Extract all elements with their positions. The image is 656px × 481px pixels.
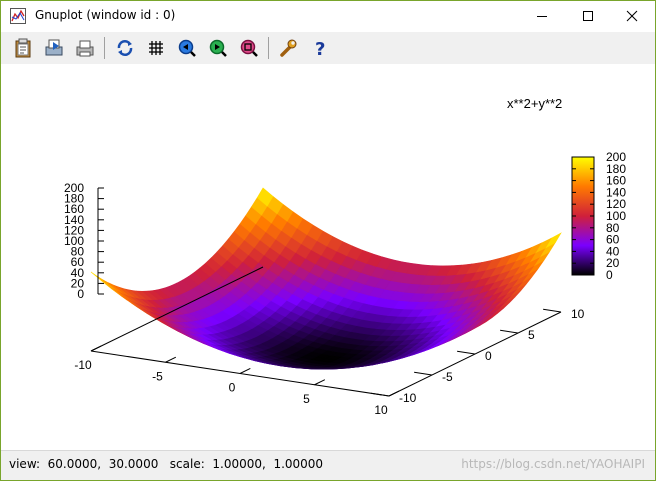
y-tick-label: 0	[485, 349, 492, 363]
surface-plot[interactable]: -10-50510-10-505100204060801001201401601…	[1, 65, 655, 449]
y-tick-label: 10	[571, 307, 585, 321]
minimize-icon	[537, 16, 547, 17]
unzoom-button[interactable]	[236, 35, 262, 61]
grid-button[interactable]	[143, 35, 169, 61]
plot-title: x**2+y**2	[507, 96, 562, 111]
axis-line	[90, 345, 102, 352]
close-button[interactable]	[609, 1, 655, 31]
copy-clipboard-icon	[15, 38, 31, 58]
copy-clipboard-button[interactable]	[10, 35, 36, 61]
title-bar[interactable]: Gnuplot (window id : 0)	[1, 1, 655, 31]
axis-line	[314, 379, 326, 386]
axis-line	[165, 356, 177, 363]
print-setup-button[interactable]	[41, 35, 67, 61]
status-bar: view: 60.0000, 30.0000 scale: 1.00000, 1…	[1, 450, 655, 480]
x-tick-label: 10	[374, 403, 388, 417]
axis-line	[239, 368, 251, 374]
axis-line	[543, 308, 562, 313]
zoom-previous-icon	[178, 39, 196, 57]
y-tick-label: 5	[528, 328, 535, 342]
watermark-text: https://blog.csdn.net/YAOHAIPI	[461, 457, 645, 471]
maximize-icon	[583, 11, 593, 21]
view-status-text: view: 60.0000, 30.0000 scale: 1.00000, 1…	[9, 457, 324, 471]
surface-mesh	[90, 187, 562, 370]
gnuplot-app-icon	[10, 8, 26, 24]
axis-line	[457, 350, 476, 355]
zoom-previous-button[interactable]	[174, 35, 200, 61]
maximize-button[interactable]	[565, 1, 611, 31]
x-tick-label: -5	[152, 369, 163, 383]
replot-button[interactable]	[112, 35, 138, 61]
x-tick-label: -10	[74, 358, 92, 372]
x-tick-label: 5	[303, 392, 310, 406]
close-icon	[626, 10, 638, 22]
print-icon	[76, 40, 94, 57]
y-tick-label: -5	[442, 370, 453, 384]
z-tick-label: 200	[64, 181, 84, 195]
print-button[interactable]	[72, 35, 98, 61]
x-tick-label: 0	[229, 381, 236, 395]
toolbar: ?	[1, 32, 655, 64]
unzoom-icon	[240, 39, 258, 57]
print-setup-icon	[45, 39, 63, 56]
window-title: Gnuplot (window id : 0)	[35, 8, 176, 22]
options-wrench-icon	[280, 39, 297, 57]
gnuplot-window: Gnuplot (window id : 0) ? -10 -5 0 5 10 …	[0, 0, 656, 481]
axis-line	[388, 390, 400, 397]
zoom-next-icon	[209, 39, 227, 57]
minimize-button[interactable]	[519, 1, 565, 31]
y-tick-label: -10	[399, 391, 417, 405]
grid-icon	[149, 41, 163, 55]
toolbar-separator	[104, 37, 105, 59]
toolbar-separator	[268, 37, 269, 59]
help-button[interactable]: ?	[307, 35, 333, 61]
axis-line	[414, 371, 433, 376]
axis-line	[500, 329, 519, 334]
help-icon: ?	[315, 39, 325, 58]
axis-line	[371, 392, 390, 397]
replot-icon	[117, 40, 133, 56]
zoom-next-button[interactable]	[205, 35, 231, 61]
svg-text:?: ?	[315, 39, 325, 58]
options-button[interactable]	[276, 35, 302, 61]
plot-area[interactable]: -10 -5 0 5 10 -10 -5 0 5 10 0 20 40 60 80 100 120 140 160 1…	[1, 65, 655, 449]
colorbox-tick-label: 200	[606, 150, 626, 164]
